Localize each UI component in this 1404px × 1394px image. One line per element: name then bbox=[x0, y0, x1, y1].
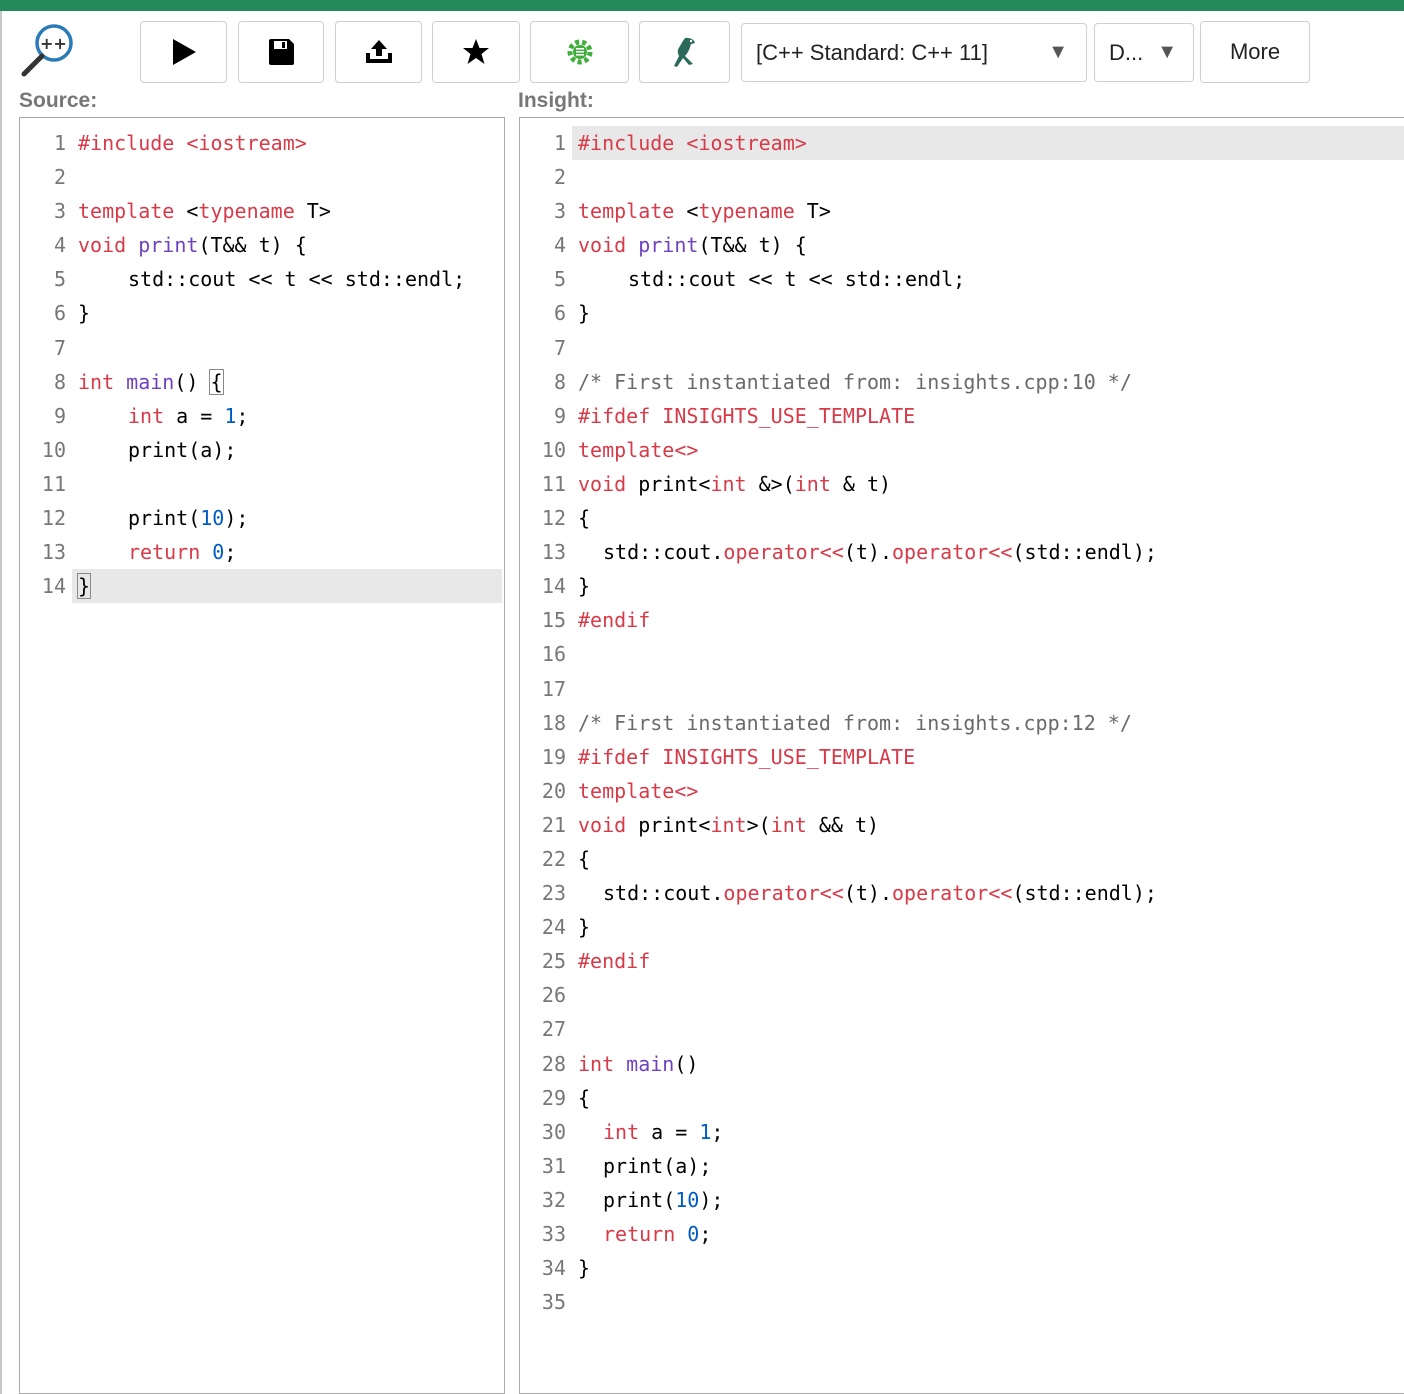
code-line: 24} bbox=[541, 915, 591, 940]
code-line: 17 bbox=[541, 676, 566, 701]
dinosaur-icon bbox=[673, 37, 695, 67]
run-button[interactable] bbox=[140, 21, 227, 83]
code-line: 14} bbox=[541, 574, 591, 599]
insight-title: Insight: bbox=[518, 89, 594, 112]
code-line: 12{ bbox=[541, 506, 591, 531]
code-line: 29{ bbox=[541, 1085, 591, 1110]
code-line: 16 bbox=[541, 642, 566, 667]
code-line: 12 print(10); bbox=[41, 506, 249, 531]
code-line-active: 14} bbox=[20, 569, 504, 604]
code-line: 1 #include <iostream> bbox=[53, 131, 307, 155]
code-line: 33 return 0; bbox=[541, 1222, 712, 1246]
code-line: 19 #ifdef INSIGHTS_USE_TEMPLATE bbox=[541, 744, 916, 769]
svg-text:++: ++ bbox=[40, 34, 67, 53]
code-line: 6} bbox=[553, 301, 591, 326]
code-line: 22{ bbox=[541, 846, 591, 871]
share-button[interactable] bbox=[335, 21, 422, 83]
source-editor[interactable]: 1 #include <iostream> 2 3 template <typena… bbox=[19, 117, 505, 1394]
code-line: 30 int a = 1; bbox=[541, 1119, 724, 1144]
dropdown-arrow-icon: ▼ bbox=[1048, 41, 1068, 63]
code-line: 6} bbox=[53, 301, 91, 326]
code-line: 20 template<> bbox=[541, 778, 699, 803]
code-line: 23 std::cout.operator<<(t).operator<<(std… bbox=[541, 881, 1157, 906]
code-line: 3 template <typename T> bbox=[53, 199, 331, 224]
more-button[interactable]: More bbox=[1200, 21, 1310, 83]
options-select[interactable]: D... ▼ bbox=[1094, 23, 1194, 82]
save-button[interactable] bbox=[238, 21, 324, 83]
code-line: 4 void print(T&& t) { bbox=[53, 233, 307, 258]
code-line: 8/* First instantiated from: insights.cp… bbox=[553, 369, 1132, 394]
code-line: 31 print(a); bbox=[541, 1153, 712, 1178]
upload-icon bbox=[365, 40, 392, 63]
dropdown-arrow-icon: ▼ bbox=[1157, 41, 1177, 63]
code-line: 26 bbox=[541, 983, 566, 1008]
cppinsights-button[interactable] bbox=[639, 21, 730, 83]
code-line: 28 int main() bbox=[541, 1051, 699, 1076]
code-line: 32 print(10); bbox=[541, 1187, 724, 1212]
code-line: 5 std::cout << t << std::endl; bbox=[553, 267, 966, 292]
code-line: 10 template<> bbox=[541, 437, 699, 462]
settings-button[interactable] bbox=[530, 21, 629, 83]
code-line: 18/* First instantiated from: insights.c… bbox=[541, 710, 1132, 735]
code-line: 11 bbox=[41, 471, 66, 496]
cppinsights-logo[interactable]: ++ bbox=[18, 18, 80, 78]
options-value: D... bbox=[1109, 39, 1144, 65]
code-line: 2 bbox=[53, 165, 66, 190]
cpp-standard-select[interactable]: [C++ Standard: C++ 11] ▼ bbox=[741, 23, 1087, 82]
insight-editor[interactable]: 1 #include <iostream> 2 3 template <typena… bbox=[519, 117, 1404, 1394]
code-line: 7 bbox=[53, 335, 66, 360]
code-line: 27 bbox=[541, 1017, 566, 1042]
code-line: 11 void print<int &>(int & t) bbox=[541, 471, 892, 496]
code-line: 35 bbox=[541, 1290, 566, 1315]
code-line: 34} bbox=[541, 1256, 591, 1281]
code-line: 1 #include <iostream> bbox=[520, 126, 1404, 161]
code-line: 25 #endif bbox=[541, 949, 651, 974]
floppy-disk-icon bbox=[269, 39, 294, 65]
code-line: 15 #endif bbox=[541, 608, 651, 633]
code-line: 5 std::cout << t << std::endl; bbox=[53, 267, 466, 292]
code-line: 13 std::cout.operator<<(t).operator<<(std… bbox=[541, 540, 1157, 565]
code-line: 13 return 0; bbox=[41, 540, 237, 565]
play-icon bbox=[172, 39, 196, 65]
left-border bbox=[0, 11, 2, 1394]
code-line: 2 bbox=[553, 165, 566, 190]
code-line: 10 print(a); bbox=[41, 437, 237, 462]
code-line: 8 int main() { bbox=[53, 368, 224, 395]
code-line: 4 void print(T&& t) { bbox=[553, 233, 807, 258]
code-line: 9 #ifdef INSIGHTS_USE_TEMPLATE bbox=[553, 403, 916, 428]
code-line: 3 template <typename T> bbox=[553, 199, 831, 224]
top-accent-bar bbox=[0, 0, 1404, 11]
text-cursor bbox=[90, 574, 92, 599]
code-line: 9 int a = 1; bbox=[53, 403, 249, 428]
source-title: Source: bbox=[19, 89, 98, 112]
gear-icon bbox=[567, 39, 592, 65]
cpp-standard-value: [C++ Standard: C++ 11] bbox=[756, 39, 988, 65]
favorite-button[interactable] bbox=[432, 21, 520, 83]
star-icon bbox=[463, 39, 489, 64]
code-line: 7 bbox=[553, 335, 566, 360]
code-line: 21 void print<int>(int && t) bbox=[541, 812, 880, 837]
